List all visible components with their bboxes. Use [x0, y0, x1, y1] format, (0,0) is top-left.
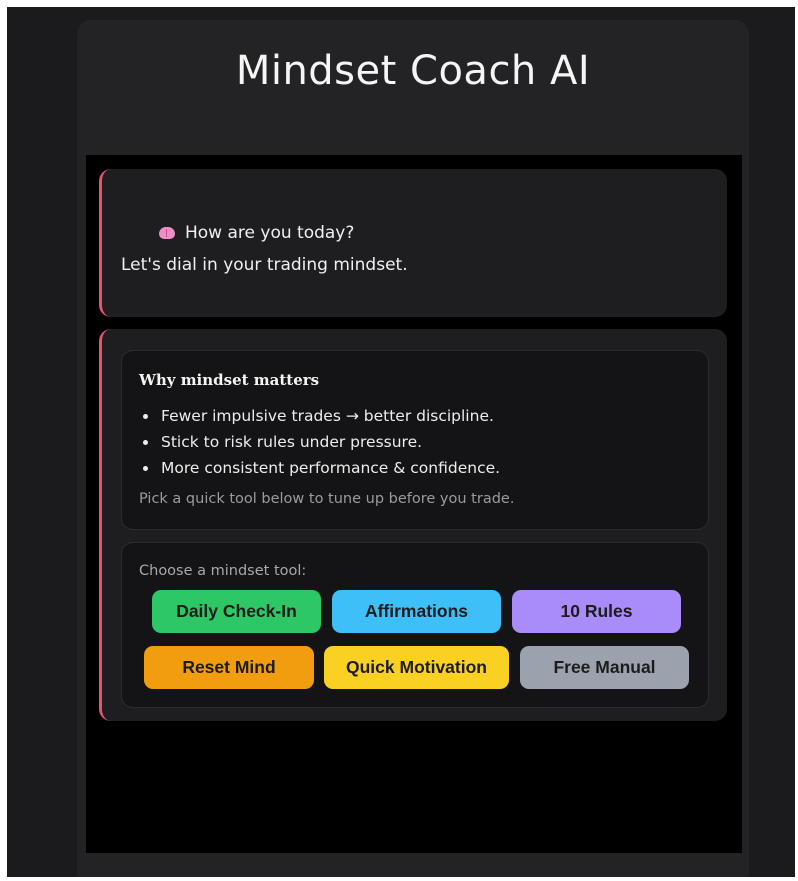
free-manual-button[interactable]: Free Manual [520, 646, 689, 689]
bot-message-tools: Why mindset matters Fewer impulsive trad… [99, 329, 727, 721]
brain-icon [159, 227, 175, 239]
affirmations-button[interactable]: Affirmations [332, 590, 501, 633]
greeting-text: How are you today? Let's dial in your tr… [121, 217, 408, 281]
list-item: Stick to risk rules under pressure. [139, 429, 500, 455]
chat-area[interactable]: How are you today? Let's dial in your tr… [86, 155, 742, 853]
coach-panel: Mindset Coach AI How are you today? Let'… [77, 20, 749, 877]
why-mindset-list: Fewer impulsive trades → better discipli… [139, 403, 500, 481]
daily-check-in-button[interactable]: Daily Check-In [152, 590, 321, 633]
bot-message-greeting: How are you today? Let's dial in your tr… [99, 169, 727, 317]
why-mindset-card: Why mindset matters Fewer impulsive trad… [121, 350, 709, 530]
quick-motivation-button[interactable]: Quick Motivation [324, 646, 509, 689]
greeting-question: How are you today? [185, 223, 355, 243]
app-window: Mindset Coach AI How are you today? Let'… [7, 7, 795, 877]
reset-mind-button[interactable]: Reset Mind [144, 646, 314, 689]
greeting-subtext: Let's dial in your trading mindset. [121, 255, 408, 275]
app-title: Mindset Coach AI [235, 48, 591, 94]
list-item: Fewer impulsive trades → better discipli… [139, 403, 500, 429]
mindset-tools-card: Choose a mindset tool: Daily Check-In Af… [121, 542, 709, 708]
tools-label: Choose a mindset tool: [139, 563, 307, 579]
ten-rules-button[interactable]: 10 Rules [512, 590, 681, 633]
why-mindset-heading: Why mindset matters [139, 371, 320, 389]
why-mindset-note: Pick a quick tool below to tune up befor… [139, 491, 515, 507]
list-item: More consistent performance & confidence… [139, 455, 500, 481]
